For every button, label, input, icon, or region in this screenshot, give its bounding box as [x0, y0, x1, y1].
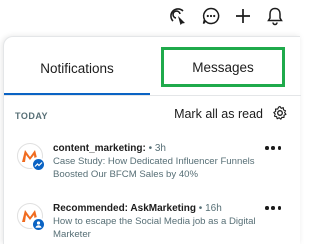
tab-divider	[4, 95, 301, 96]
bell-icon[interactable]	[262, 3, 288, 29]
notification-title: content_marketing: • 3h	[53, 143, 253, 154]
notification-title: Recommended: AskMarketing • 16h	[53, 203, 253, 214]
create-post-icon[interactable]	[230, 3, 256, 29]
notification-body: How to escape the Social Media job as a …	[53, 216, 256, 240]
settings-icon[interactable]	[272, 105, 288, 121]
notification-body: Case Study: How Dedicated Influencer Fun…	[53, 156, 255, 180]
notification-item[interactable]: Recommended: AskMarketing • 16h How to e…	[4, 193, 301, 244]
notification-author: content_marketing:	[53, 143, 146, 154]
more-options-icon[interactable]	[265, 205, 281, 211]
tab-notifications-label: Notifications	[40, 60, 114, 76]
notification-separator: •	[148, 143, 153, 154]
mark-all-read-button[interactable]: Mark all as read	[174, 107, 263, 121]
tab-messages-label: Messages	[192, 59, 254, 75]
community-icon	[31, 217, 45, 231]
trending-icon	[31, 157, 45, 171]
chat-icon[interactable]	[198, 3, 224, 29]
notification-author: Recommended: AskMarketing	[53, 203, 196, 214]
notifications-panel: Notifications Messages TODAY Mark all as…	[3, 36, 301, 244]
tab-messages[interactable]: Messages	[161, 47, 285, 87]
notification-item[interactable]: content_marketing: • 3h Case Study: How …	[4, 133, 301, 193]
section-label: TODAY	[15, 111, 49, 121]
advertise-icon[interactable]	[165, 3, 191, 29]
tab-notifications[interactable]: Notifications	[4, 45, 150, 91]
notification-separator: •	[198, 203, 203, 214]
more-options-icon[interactable]	[265, 145, 281, 151]
top-bar	[0, 0, 300, 36]
notification-time: 3h	[154, 143, 166, 154]
notification-time: 16h	[205, 203, 222, 214]
